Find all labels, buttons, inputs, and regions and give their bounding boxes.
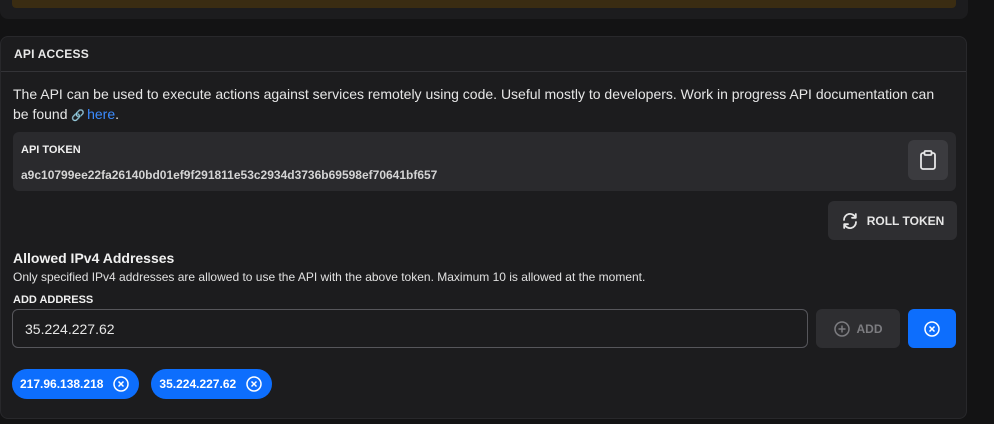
plus-circle-icon	[833, 320, 850, 337]
clear-input-button[interactable]	[908, 309, 956, 348]
address-chip: 217.96.138.218	[12, 369, 140, 399]
link-icon: 🔗	[71, 110, 86, 122]
documentation-link-label: here	[87, 106, 116, 122]
refresh-icon	[842, 212, 857, 229]
previous-card-banner	[12, 0, 956, 8]
api-token-label: API TOKEN	[21, 144, 81, 156]
allowed-addresses-list: 217.96.138.218 35.224.227.62	[12, 369, 273, 399]
card-header: API ACCESS	[1, 37, 966, 72]
description-end: .	[115, 106, 120, 122]
address-chip: 35.224.227.62	[151, 369, 273, 399]
copy-token-button[interactable]	[908, 140, 948, 180]
address-chip-label: 217.96.138.218	[20, 377, 104, 391]
ipv4-title: Allowed IPv4 Addresses	[13, 250, 175, 266]
add-address-label: ADD ADDRESS	[13, 294, 94, 306]
x-circle-icon	[113, 376, 130, 392]
api-token-box: API TOKEN a9c10799ee22fa26140bd01ef9f291…	[13, 132, 956, 191]
remove-address-button[interactable]	[113, 376, 130, 392]
roll-token-label: ROLL TOKEN	[866, 213, 945, 228]
roll-token-button[interactable]: ROLL TOKEN	[828, 201, 957, 240]
api-description: The API can be used to execute actions a…	[13, 84, 953, 126]
add-address-button-label: ADD	[856, 321, 883, 336]
address-chip-label: 35.224.227.62	[159, 377, 237, 391]
x-circle-icon	[246, 376, 262, 392]
clipboard-icon	[920, 150, 936, 170]
description-text: The API can be used to execute actions a…	[13, 86, 935, 122]
api-token-value: a9c10799ee22fa26140bd01ef9f291811e53c293…	[21, 168, 438, 182]
api-access-card: API ACCESS The API can be used to execut…	[0, 36, 967, 419]
remove-address-button[interactable]	[246, 376, 262, 392]
ip-address-input[interactable]	[12, 309, 808, 348]
previous-card	[0, 0, 968, 19]
documentation-link[interactable]: 🔗 here	[71, 106, 115, 122]
add-address-button[interactable]: ADD	[816, 309, 900, 348]
ipv4-subtitle: Only specified IPv4 addresses are allowe…	[13, 270, 646, 284]
x-circle-icon	[924, 320, 940, 337]
